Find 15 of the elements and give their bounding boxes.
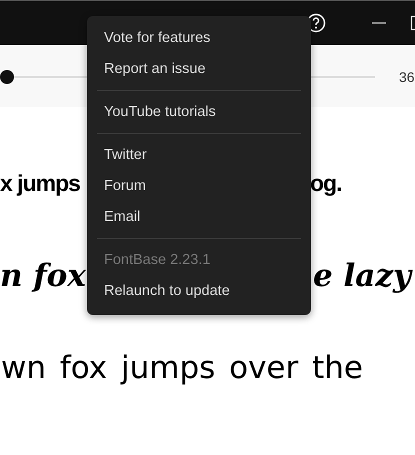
sample-text: wn fox jumps over the [1,350,363,388]
menu-item[interactable]: Twitter [87,140,311,171]
menu-item[interactable]: Vote for features [87,23,311,54]
size-reading: 36 [399,69,415,85]
menu-item[interactable]: Relaunch to update [87,276,311,307]
version-label: FontBase 2.23.1 [103,251,212,270]
sample-text: e lazy [313,258,411,296]
menu-item[interactable]: YouTube tutorials [87,97,311,128]
sample-text: og. [310,170,342,198]
sample-text: x jumps [0,170,80,198]
sample-text: n fox [0,258,86,296]
menu-item[interactable]: Forum [87,171,311,202]
slider-thumb[interactable] [0,70,14,84]
menu-item[interactable]: Report an issue [87,54,311,85]
menu-item[interactable]: Email [87,202,311,233]
